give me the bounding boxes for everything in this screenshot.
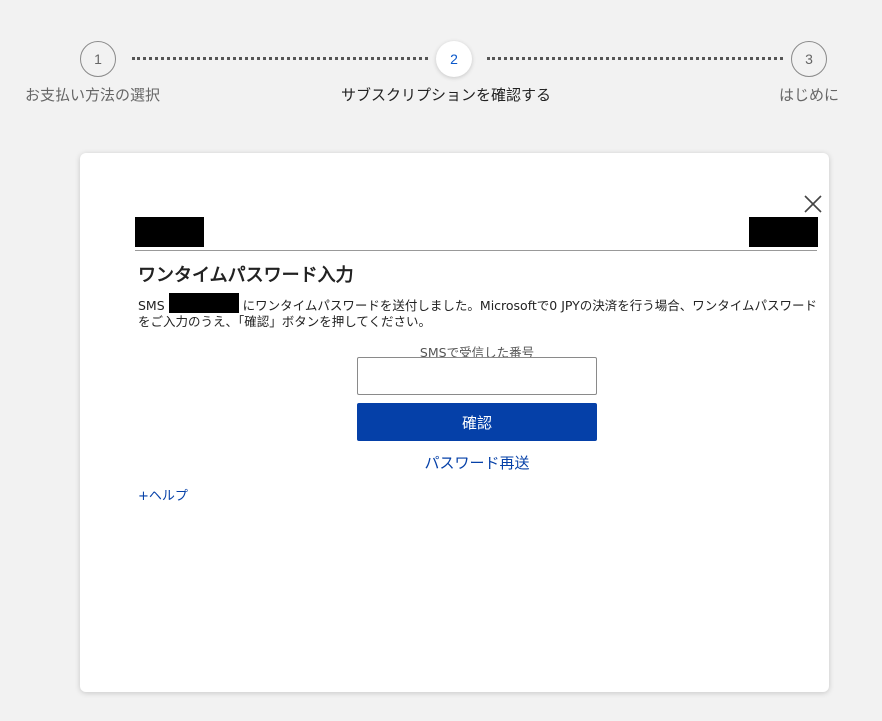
redacted-phone-number	[168, 293, 239, 313]
step-3-indicator: 3	[791, 41, 827, 77]
confirm-button[interactable]: 確認	[357, 403, 597, 441]
step-2-indicator: 2	[436, 41, 472, 77]
step-1-indicator: 1	[80, 41, 116, 77]
step-1-label: お支払い方法の選択	[25, 86, 161, 104]
dialog-description: SMS にワンタイムパスワードを送付しました。Microsoftで0 JPYの決済…	[138, 293, 828, 330]
step-connector-2	[487, 57, 783, 60]
resend-password-link[interactable]: パスワード再送	[357, 452, 597, 473]
sms-code-input[interactable]	[357, 357, 597, 395]
redacted-logo-left	[135, 217, 204, 247]
dialog-title: ワンタイムパスワード入力	[138, 265, 354, 286]
checkout-stepper: 1 2 3 お支払い方法の選択 サブスクリプションを確認する はじめに	[0, 0, 882, 120]
step-2-label: サブスクリプションを確認する	[341, 86, 552, 104]
otp-dialog: ワンタイムパスワード入力 SMS にワンタイムパスワードを送付しました。Micro…	[80, 153, 829, 692]
header-divider	[135, 250, 817, 251]
redacted-logo-right	[749, 217, 818, 247]
description-prefix: SMS	[138, 298, 165, 313]
close-icon[interactable]	[802, 193, 824, 215]
help-link[interactable]: +ヘルプ	[138, 485, 188, 504]
description-text: にワンタイムパスワードを送付しました。Microsoftで0 JPYの決済を行う…	[138, 298, 818, 329]
step-connector-1	[132, 57, 428, 60]
step-3-label: はじめに	[779, 86, 840, 104]
